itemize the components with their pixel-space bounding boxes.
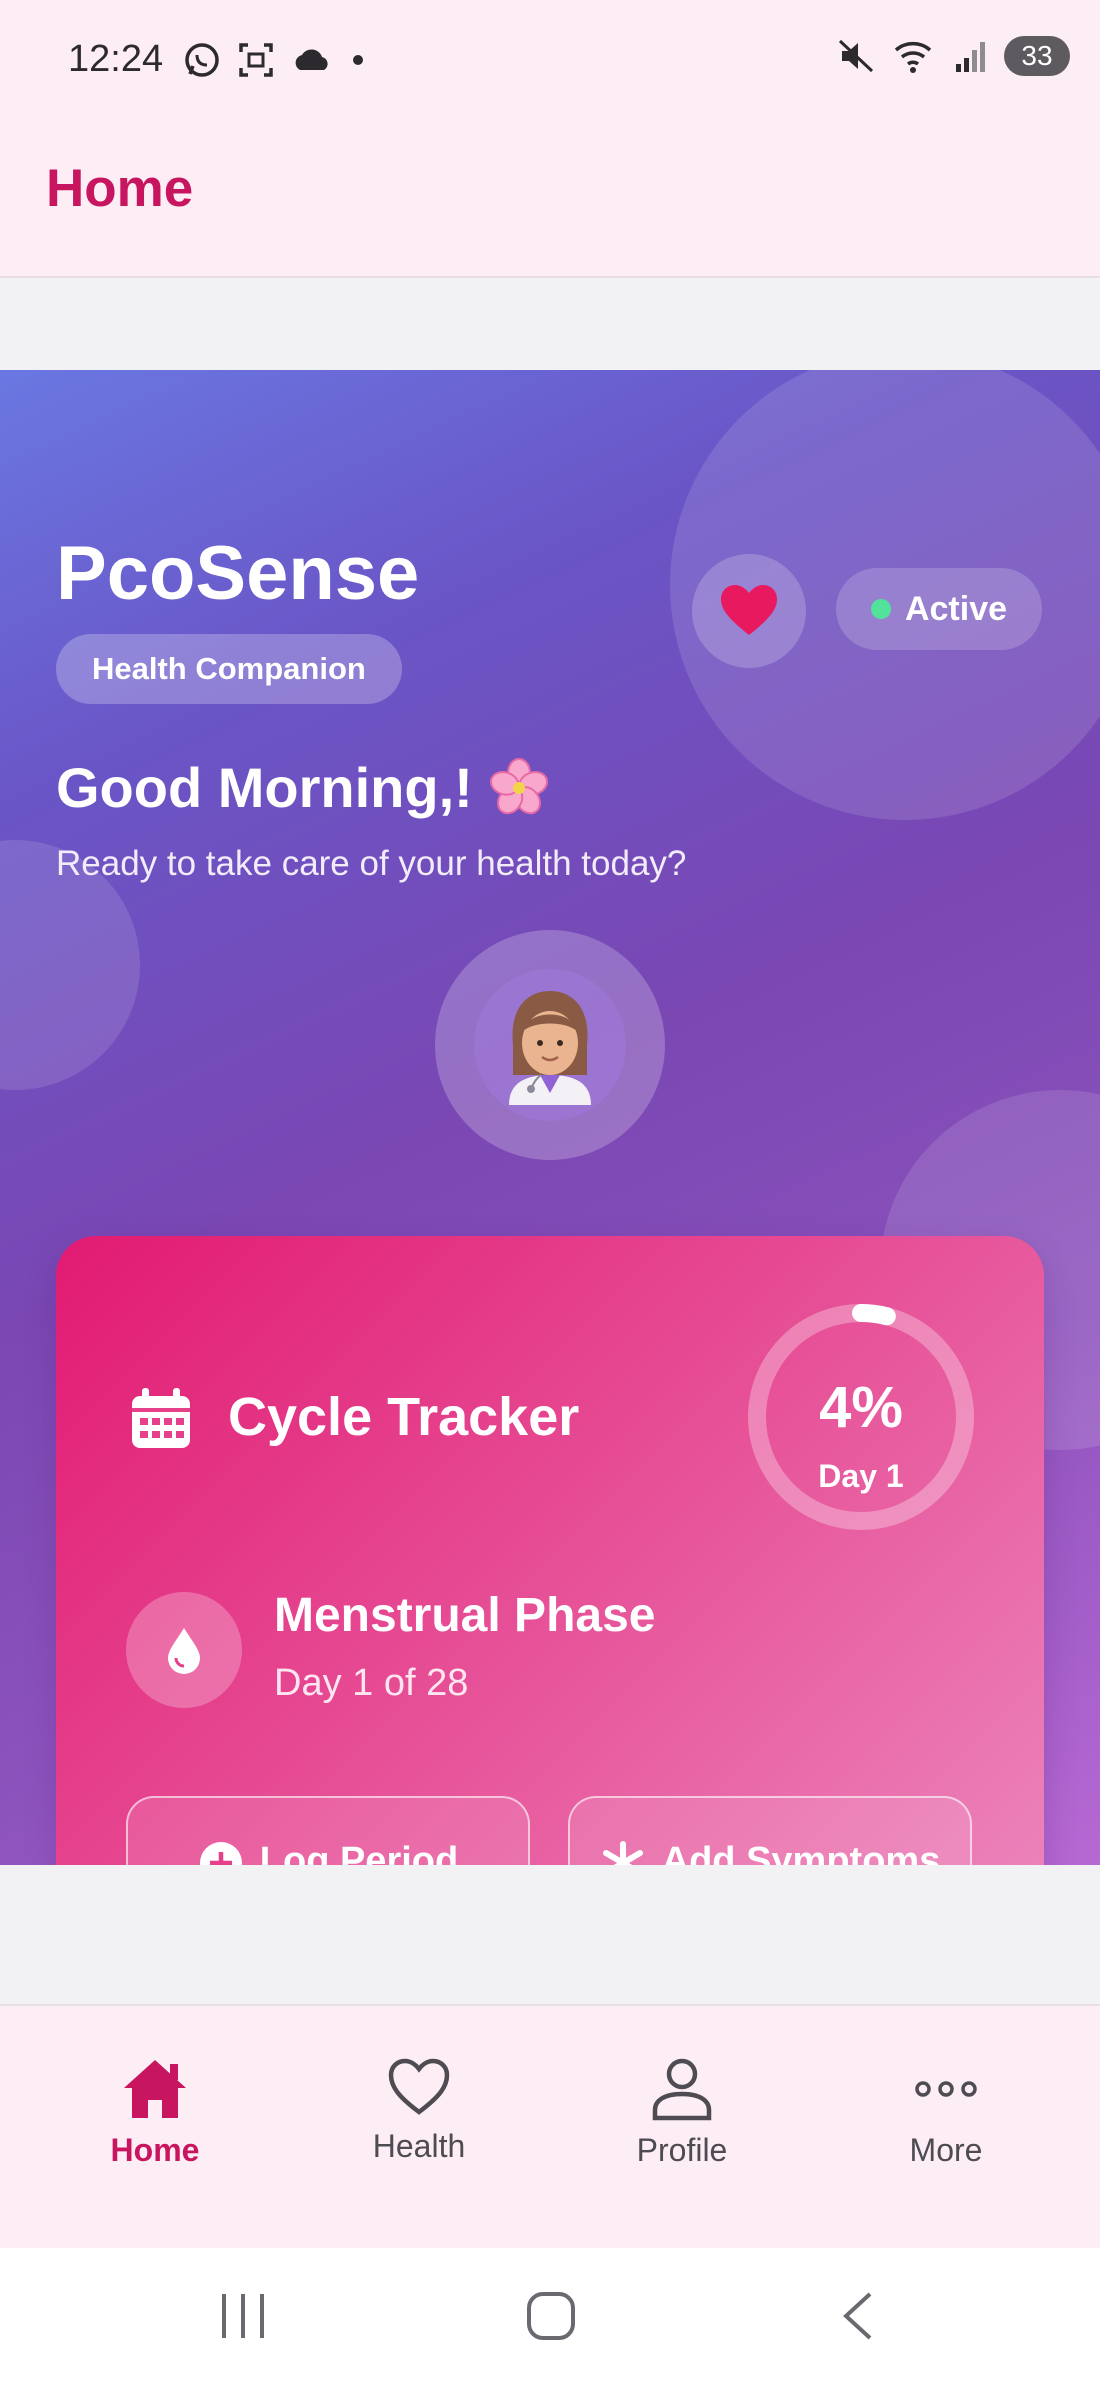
avatar-inner — [474, 969, 626, 1121]
cycle-progress-percent: 4% — [819, 1375, 903, 1440]
nav-item-home[interactable]: Home — [55, 2056, 255, 2169]
system-navigation-bar — [0, 2248, 1100, 2385]
doctor-avatar-icon — [509, 991, 591, 1105]
status-system-icons: 33 — [836, 36, 1070, 76]
add-circle-icon — [199, 1842, 242, 1865]
signal-icon — [956, 42, 985, 72]
whatsapp-icon — [185, 43, 219, 77]
brand-tag-chip: Health Companion — [56, 634, 402, 704]
screenshot-icon — [239, 43, 273, 77]
nav-label-profile: Profile — [636, 2132, 728, 2168]
status-bar: 12:24 33 — [0, 0, 1100, 120]
cycle-tracker-title: Cycle Tracker — [228, 1387, 580, 1447]
phase-icon-badge — [126, 1592, 242, 1708]
asterisk-icon — [602, 1841, 643, 1865]
add-symptoms-label: Add Symptoms — [661, 1840, 941, 1865]
dot-icon — [353, 55, 363, 65]
hero-section: PcoSense Health Companion Active Good Mo… — [0, 370, 1100, 1865]
log-period-label: Log Period — [259, 1840, 459, 1865]
phase-title: Menstrual Phase — [274, 1589, 656, 1642]
greeting-heading: Good Morning,! — [56, 755, 551, 820]
home-button-icon[interactable] — [524, 2288, 578, 2344]
nav-label-more: More — [909, 2132, 983, 2168]
app-bar: Home — [0, 120, 1100, 278]
active-dot-icon — [870, 599, 891, 619]
wifi-icon — [894, 42, 932, 73]
nav-item-health[interactable]: Health — [319, 2056, 519, 2165]
home-scroll-content[interactable]: PcoSense Health Companion Active Good Mo… — [0, 278, 1100, 2004]
nav-label-home: Home — [110, 2132, 200, 2168]
avatar[interactable] — [435, 930, 665, 1160]
status-notification-icons — [182, 40, 368, 80]
back-icon[interactable] — [836, 2288, 880, 2344]
nav-item-more[interactable]: More — [846, 2056, 1046, 2169]
brand-title: PcoSense — [56, 531, 420, 616]
status-badge-label: Active — [904, 589, 1008, 628]
cherry-blossom-icon — [489, 757, 548, 814]
mute-icon — [838, 39, 874, 73]
cloud-icon — [295, 49, 328, 70]
recent-apps-icon[interactable] — [218, 2288, 268, 2344]
greeting-text: Good Morning,! — [56, 756, 473, 819]
phase-day-count: Day 1 of 28 — [274, 1662, 469, 1704]
battery-indicator: 33 — [1004, 36, 1070, 76]
page-title: Home — [46, 159, 194, 218]
status-badge: Active — [836, 568, 1042, 650]
heart-outline-icon — [388, 2058, 450, 2115]
heart-icon — [721, 585, 777, 635]
person-icon — [652, 2058, 712, 2121]
bottom-navigation: Home Health Profile More — [0, 2004, 1100, 2248]
log-period-button[interactable]: Log Period — [126, 1796, 530, 1865]
droplet-icon — [168, 1628, 200, 1674]
add-symptoms-button[interactable]: Add Symptoms — [568, 1796, 972, 1865]
more-dots-icon — [915, 2081, 977, 2097]
cycle-progress-day: Day 1 — [818, 1458, 904, 1494]
greeting-subtitle: Ready to take care of your health today? — [56, 844, 687, 883]
favorite-button[interactable] — [692, 554, 806, 668]
calendar-icon — [132, 1388, 190, 1448]
home-icon — [124, 2060, 186, 2118]
nav-label-health: Health — [372, 2128, 466, 2164]
cycle-tracker-card[interactable]: Cycle Tracker 4% Day 1 Menstrual Phase D… — [56, 1236, 1044, 1865]
status-time: 12:24 — [68, 38, 164, 80]
nav-item-profile[interactable]: Profile — [582, 2056, 782, 2169]
